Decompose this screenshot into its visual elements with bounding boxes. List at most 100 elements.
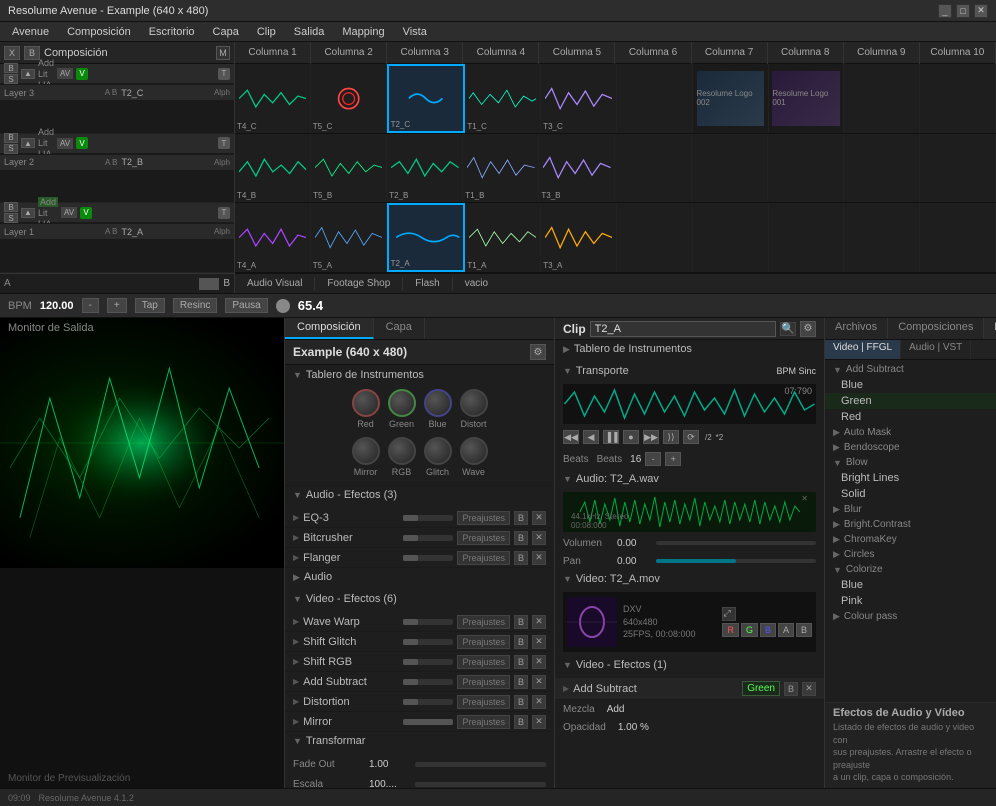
layer-2-b-btn[interactable]: B (4, 133, 18, 143)
clip-l3-7[interactable]: Resolume Logo 002 (693, 64, 769, 133)
col-5[interactable]: Columna 5 (539, 42, 615, 64)
layer-3-add[interactable]: Add (38, 58, 54, 68)
effect-mirror[interactable]: ▶ Mirror Preajustes B ✕ (285, 712, 554, 732)
rgb-g-btn[interactable]: G (741, 623, 758, 637)
clip-l2-3[interactable]: T2_B (387, 134, 463, 203)
tab-footage-shop[interactable]: Footage Shop (315, 277, 403, 290)
effect-distortion-preset[interactable]: Preajustes (457, 695, 510, 709)
menu-capa[interactable]: Capa (205, 25, 247, 39)
menu-escritorio[interactable]: Escritorio (141, 25, 203, 39)
effect-mirror-preset[interactable]: Preajustes (457, 715, 510, 729)
transport-loop-btn[interactable]: ⟳ (683, 430, 699, 444)
clip-l1-3[interactable]: T2_A (387, 203, 466, 272)
vol-value[interactable]: 0.00 (617, 538, 652, 549)
clip-l3-4[interactable]: T1_C (465, 64, 541, 133)
clip-transporte-header[interactable]: ▼ Transporte BPM Sinc (555, 362, 824, 380)
clip-l3-8[interactable]: Resolume Logo 001 (769, 64, 845, 133)
category-bendoscope[interactable]: ▶ Bendoscope (825, 440, 996, 455)
rgb-b2-btn[interactable]: B (796, 623, 812, 637)
clip-l1-9[interactable] (844, 203, 920, 272)
clip-l2-4[interactable]: T1_B (463, 134, 539, 203)
clip-l3-1[interactable]: T4_C (235, 64, 311, 133)
transform-escala-value[interactable]: 100.... (369, 779, 409, 789)
effect-as-green[interactable]: Green (825, 393, 996, 409)
category-circles[interactable]: ▶ Circles (825, 547, 996, 562)
clip-l2-9[interactable] (844, 134, 920, 203)
col-3[interactable]: Columna 3 (387, 42, 463, 64)
pan-bar[interactable] (656, 559, 816, 563)
video-expand-btn[interactable]: ⤢ (722, 607, 736, 621)
category-blur[interactable]: ▶ Blur (825, 502, 996, 517)
clip-l1-2[interactable]: T5_A (311, 203, 387, 272)
maximize-btn[interactable]: □ (956, 4, 970, 18)
transport-prev-btn[interactable]: ◀ (583, 430, 599, 444)
clip-video-header[interactable]: ▼ Video: T2_A.mov (555, 570, 824, 588)
menu-clip[interactable]: Clip (249, 25, 284, 39)
beats-down-btn[interactable]: - (645, 452, 661, 466)
transport-div-btn[interactable]: /2 (705, 433, 712, 442)
effect-wavewarp-preset[interactable]: Preajustes (457, 615, 510, 629)
effect-flanger-x[interactable]: ✕ (532, 551, 546, 565)
col-6[interactable]: Columna 6 (615, 42, 691, 64)
clip-as-b-btn[interactable]: B (784, 682, 798, 696)
effect-flanger-preset[interactable]: Preajustes (457, 551, 510, 565)
transport-rec-btn[interactable]: ● (623, 430, 639, 444)
close-btn[interactable]: ✕ (974, 4, 988, 18)
effect-shiftglitch-b[interactable]: B (514, 635, 528, 649)
effect-flanger[interactable]: ▶ Flanger Preajustes B ✕ (285, 548, 554, 568)
knob-rgb-control[interactable] (388, 437, 416, 465)
clip-l3-6[interactable] (617, 64, 693, 133)
vol-bar[interactable] (656, 541, 816, 545)
clip-l1-1[interactable]: T4_A (235, 203, 311, 272)
audio-close-btn[interactable]: ✕ (801, 494, 808, 503)
knob-glitch-control[interactable] (424, 437, 452, 465)
effect-eq3[interactable]: ▶ EQ-3 Preajustes B ✕ (285, 508, 554, 528)
category-colorize[interactable]: ▼ Colorize (825, 562, 996, 577)
effect-eq3-x[interactable]: ✕ (532, 511, 546, 525)
knob-wave-control[interactable] (460, 437, 488, 465)
beats-value[interactable]: 16 (630, 454, 641, 465)
clip-l1-6[interactable] (617, 203, 693, 272)
effect-as-red[interactable]: Red (825, 409, 996, 425)
audio-effects-header[interactable]: ▼ Audio - Efectos (3) (285, 486, 554, 504)
effect-addsubtract-b[interactable]: B (514, 675, 528, 689)
clip-l2-10[interactable] (920, 134, 996, 203)
rgb-r-btn[interactable]: R (722, 623, 739, 637)
col-9[interactable]: Columna 9 (844, 42, 920, 64)
clip-l1-4[interactable]: T1_A (465, 203, 541, 272)
effect-shiftrgb[interactable]: ▶ Shift RGB Preajustes B ✕ (285, 652, 554, 672)
clip-l3-9[interactable] (844, 64, 920, 133)
effect-wavewarp[interactable]: ▶ Wave Warp Preajustes B ✕ (285, 612, 554, 632)
clip-l2-1[interactable]: T4_B (235, 134, 311, 203)
category-add-subtract[interactable]: ▼ Add Subtract (825, 362, 996, 377)
knob-distort-control[interactable] (460, 389, 488, 417)
layer-3-arrow[interactable]: ▲ (21, 69, 35, 79)
layer-2-s-btn[interactable]: S (4, 144, 18, 154)
transport-fwd-btn[interactable]: ▶▶ (643, 430, 659, 444)
pan-value[interactable]: 0.00 (617, 556, 652, 567)
tab-composiciones[interactable]: Composiciones (888, 318, 984, 339)
clip-as-x-btn[interactable]: ✕ (802, 682, 816, 696)
effect-mirror-b[interactable]: B (514, 715, 528, 729)
transformar-header[interactable]: ▼ Transformar (285, 732, 554, 750)
clip-video-effects-header[interactable]: ▼ Video - Efectos (1) (555, 656, 824, 674)
audio-section-header[interactable]: ▶ Audio (285, 568, 554, 586)
transform-fadeout-bar[interactable] (415, 762, 546, 767)
tap-btn[interactable]: Tap (135, 298, 165, 313)
tab-composicion[interactable]: Composición (285, 318, 374, 339)
tab-audio-visual[interactable]: Audio Visual (235, 277, 315, 290)
effect-mirror-x[interactable]: ✕ (532, 715, 546, 729)
effect-shiftglitch-x[interactable]: ✕ (532, 635, 546, 649)
clip-l3-5[interactable]: T3_C (541, 64, 617, 133)
effect-shiftrgb-preset[interactable]: Preajustes (457, 655, 510, 669)
x-button[interactable]: X (4, 46, 20, 60)
clip-search-btn[interactable]: 🔍 (780, 322, 796, 336)
clip-tablero-header[interactable]: ▶ Tablero de Instrumentos (555, 340, 824, 358)
effect-addsubtract-x[interactable]: ✕ (532, 675, 546, 689)
clip-gear-btn[interactable]: ⚙ (800, 321, 816, 337)
tab-flash[interactable]: Flash (403, 277, 452, 290)
pausa-btn[interactable]: Pausa (225, 298, 267, 313)
category-auto-mask[interactable]: ▶ Auto Mask (825, 425, 996, 440)
video-effects-header[interactable]: ▼ Video - Efectos (6) (285, 590, 554, 608)
effect-bitcrusher[interactable]: ▶ Bitcrusher Preajustes B ✕ (285, 528, 554, 548)
